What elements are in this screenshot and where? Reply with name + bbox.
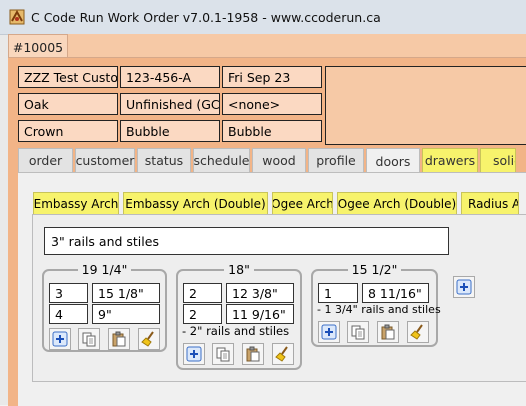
add-width-group-icon[interactable] (453, 276, 475, 298)
group-width-label: 15 1/2" (347, 262, 402, 277)
qty-value: 1 (324, 285, 332, 301)
wood-value: Oak (24, 96, 49, 112)
profile-field-2[interactable]: Bubble (222, 120, 322, 142)
subtab-label: Embassy Arch (Double) (125, 196, 266, 211)
tab-label: order (28, 153, 63, 168)
height-field[interactable]: 9" (92, 304, 160, 324)
qty-field[interactable]: 1 (318, 283, 358, 303)
paste-icon[interactable] (242, 343, 264, 365)
door-style-tabs: Embassy Arch Embassy Arch (Double) Ogee … (33, 192, 523, 215)
window-title: C Code Run Work Order v7.0.1-1958 - www.… (31, 9, 381, 25)
tab-status[interactable]: status (137, 148, 191, 172)
main-tabs: order customer status schedule wood prof… (18, 148, 518, 173)
height-value: 15 1/8" (98, 285, 144, 301)
group-note: - 1 3/4" rails and stiles (317, 303, 441, 316)
copy-icon[interactable] (78, 328, 100, 350)
tab-customer[interactable]: customer (75, 148, 135, 172)
tab-label: doors (375, 153, 411, 169)
height-field[interactable]: 8 11/16" (362, 283, 429, 303)
subtab-label: Radius Arch (468, 196, 518, 211)
height-value: 8 11/16" (368, 285, 422, 301)
tab-wood[interactable]: wood (252, 148, 306, 172)
tab-label: profile (316, 153, 356, 168)
tab-order[interactable]: order (18, 148, 73, 172)
profile-field-1[interactable]: Bubble (120, 120, 220, 142)
customer-value: ZZZ Test Customer (24, 69, 118, 85)
code-run-icon (9, 9, 25, 25)
broom-icon[interactable] (138, 328, 160, 350)
qty-value: 4 (55, 306, 63, 322)
order-number-label: #10005 (12, 39, 64, 55)
qty-value: 2 (189, 285, 197, 301)
tab-profile[interactable]: profile (308, 148, 364, 172)
tab-label: schedule (193, 153, 250, 168)
height-value: 9" (98, 306, 112, 322)
qty-field[interactable]: 3 (49, 283, 88, 303)
wood-field[interactable]: Oak (18, 93, 118, 115)
moulding-field[interactable]: Crown (18, 120, 118, 142)
height-value: 11 9/16" (232, 306, 286, 322)
subtab-embassy-arch[interactable]: Embassy Arch (33, 192, 119, 215)
tab-label: status (144, 153, 184, 168)
other-field[interactable]: <none> (222, 93, 322, 115)
title-bar: C Code Run Work Order v7.0.1-1958 - www.… (0, 0, 526, 35)
qty-value: 3 (55, 285, 63, 301)
tab-label: customer (75, 153, 135, 168)
style-note-value: 3" rails and stiles (51, 233, 159, 249)
tab-schedule[interactable]: schedule (193, 148, 250, 172)
finish-value: Unfinished (GC) (126, 96, 220, 112)
profile-value-1: Bubble (126, 123, 170, 139)
qty-field[interactable]: 2 (183, 283, 222, 303)
add-icon[interactable] (318, 321, 340, 343)
tab-doors[interactable]: doors (366, 148, 420, 173)
qty-value: 2 (189, 306, 197, 322)
qty-field[interactable]: 2 (183, 304, 222, 324)
add-icon[interactable] (49, 328, 71, 350)
qty-field[interactable]: 4 (49, 304, 88, 324)
copy-icon[interactable] (212, 343, 234, 365)
moulding-value: Crown (24, 123, 64, 139)
height-field[interactable]: 12 3/8" (226, 283, 294, 303)
paste-icon[interactable] (377, 321, 399, 343)
broom-icon[interactable] (272, 343, 294, 365)
group-width-label: 19 1/4" (77, 262, 132, 277)
tab-solid[interactable]: solid (480, 148, 516, 172)
tab-order-number[interactable]: #10005 (8, 34, 68, 59)
finish-field[interactable]: Unfinished (GC) (120, 93, 220, 115)
app-window: C Code Run Work Order v7.0.1-1958 - www.… (0, 0, 526, 406)
group-note: - 2" rails and stiles (182, 324, 290, 338)
height-value: 12 3/8" (232, 285, 278, 301)
style-note-field[interactable]: 3" rails and stiles (44, 227, 449, 255)
subtab-label: Embassy Arch (33, 196, 119, 211)
copy-icon[interactable] (347, 321, 369, 343)
height-field[interactable]: 15 1/8" (92, 283, 160, 303)
customer-field[interactable]: ZZZ Test Customer (18, 66, 118, 88)
phone-field[interactable]: 123-456-A (120, 66, 220, 88)
date-value: Fri Sep 23 (228, 69, 291, 85)
subtab-label: Ogee Arch (Double) (337, 196, 457, 211)
group-width-label: 18" (224, 262, 254, 277)
add-icon[interactable] (183, 343, 205, 365)
tab-drawers[interactable]: drawers (422, 148, 478, 172)
tab-label: solid (493, 153, 515, 168)
subtab-embassy-arch-double[interactable]: Embassy Arch (Double) (123, 192, 268, 215)
tab-label: drawers (424, 153, 476, 168)
subtab-ogee-arch[interactable]: Ogee Arch (272, 192, 333, 215)
other-value: <none> (228, 96, 281, 112)
subtab-ogee-arch-double[interactable]: Ogee Arch (Double) (337, 192, 457, 215)
profile-value-2: Bubble (228, 123, 272, 139)
subtab-radius-arch[interactable]: Radius Arch (461, 192, 519, 215)
paste-icon[interactable] (108, 328, 130, 350)
subtab-label: Ogee Arch (272, 196, 333, 211)
tab-label: wood (262, 153, 296, 168)
broom-icon[interactable] (407, 321, 429, 343)
phone-value: 123-456-A (126, 69, 192, 85)
notes-area[interactable] (325, 66, 526, 145)
date-field[interactable]: Fri Sep 23 (222, 66, 322, 88)
height-field[interactable]: 11 9/16" (226, 304, 294, 324)
